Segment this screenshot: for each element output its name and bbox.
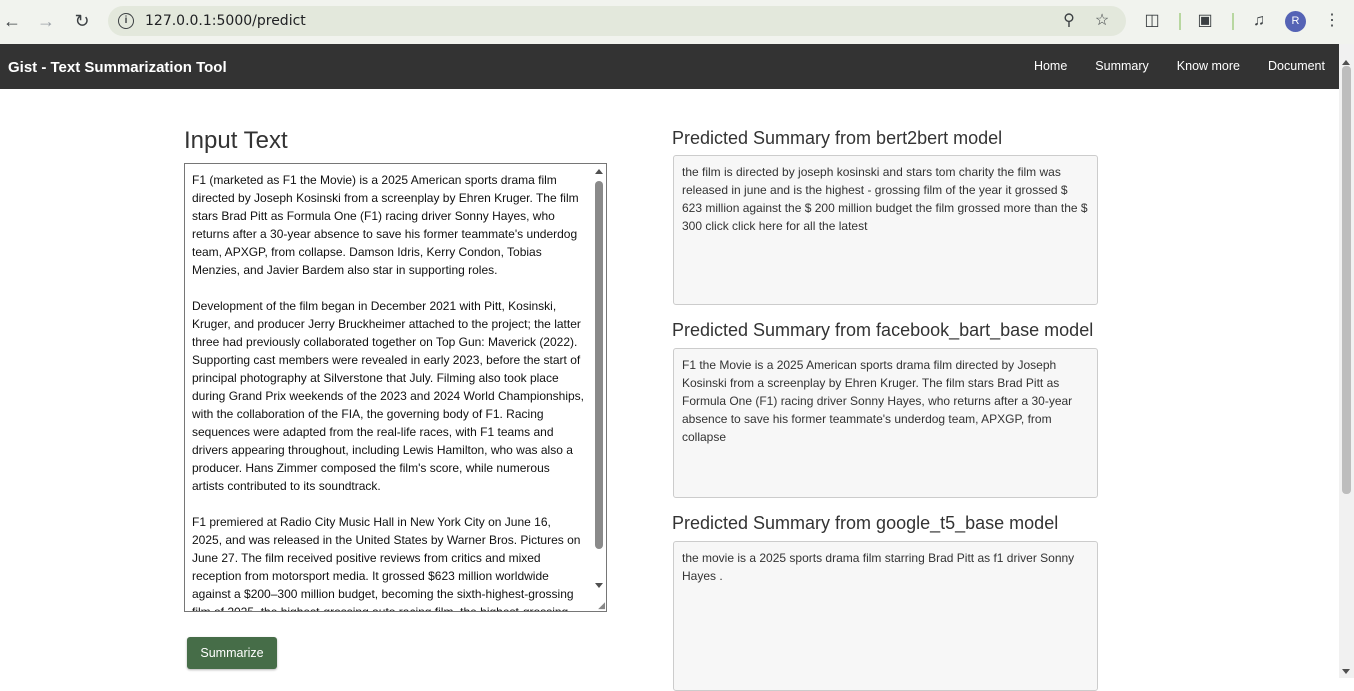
summary-title-t5-base: Predicted Summary from google_t5_base mo… bbox=[672, 513, 1059, 533]
summary-title-bert2bert: Predicted Summary from bert2bert model bbox=[672, 128, 1003, 148]
input-title: Input Text bbox=[184, 127, 288, 154]
scroll-down-arrow-icon[interactable] bbox=[595, 583, 603, 588]
zoom-icon[interactable]: ⚲ bbox=[1058, 10, 1080, 32]
url-text[interactable]: 127.0.0.1:5000/predict bbox=[145, 13, 306, 29]
app-navbar: Gist - Text Summarization Tool Home Summ… bbox=[0, 44, 1339, 89]
resize-grip-icon[interactable]: ◢ bbox=[595, 600, 605, 610]
scroll-down-arrow-icon[interactable] bbox=[1342, 669, 1350, 674]
toolbar-divider bbox=[1179, 13, 1181, 30]
address-bar[interactable]: i 127.0.0.1:5000/predict ⚲ ☆ bbox=[108, 6, 1126, 36]
scroll-up-arrow-icon[interactable] bbox=[1342, 60, 1350, 65]
nav-link-summary[interactable]: Summary bbox=[1081, 44, 1162, 89]
nav-link-document[interactable]: Document bbox=[1254, 44, 1339, 89]
summary-box-bert2bert[interactable]: the film is directed by joseph kosinski … bbox=[673, 155, 1098, 305]
brand-title[interactable]: Gist - Text Summarization Tool bbox=[8, 59, 227, 76]
forward-icon[interactable]: → bbox=[34, 9, 58, 33]
extensions-icon[interactable]: ◫ bbox=[1141, 10, 1163, 32]
summary-box-t5-base[interactable]: the movie is a 2025 sports drama film st… bbox=[673, 541, 1098, 691]
back-icon[interactable]: ← bbox=[0, 9, 24, 33]
scrollbar-thumb[interactable] bbox=[1342, 66, 1351, 494]
bookmark-star-icon[interactable]: ☆ bbox=[1091, 10, 1113, 32]
scroll-up-arrow-icon[interactable] bbox=[595, 169, 603, 174]
toolbar-divider bbox=[1232, 13, 1234, 30]
avatar[interactable]: R bbox=[1285, 11, 1306, 32]
nav-links: Home Summary Know more Document bbox=[1020, 44, 1339, 89]
reload-icon[interactable]: ↻ bbox=[70, 9, 94, 33]
nav-link-home[interactable]: Home bbox=[1020, 44, 1081, 89]
summary-title-bart-base: Predicted Summary from facebook_bart_bas… bbox=[672, 320, 1094, 340]
textarea-scrollbar[interactable] bbox=[592, 164, 606, 611]
browser-toolbar: ← → ↻ i 127.0.0.1:5000/predict ⚲ ☆ ◫ ▣ ♫… bbox=[0, 0, 1354, 44]
textarea-scrollbar-thumb[interactable] bbox=[595, 181, 603, 549]
menu-icon[interactable]: ⋮ bbox=[1321, 10, 1343, 32]
summarize-button[interactable]: Summarize bbox=[187, 637, 277, 669]
input-textarea[interactable]: F1 (marketed as F1 the Movie) is a 2025 … bbox=[184, 163, 607, 612]
nav-link-know-more[interactable]: Know more bbox=[1163, 44, 1254, 89]
media-controls-icon[interactable]: ♫ bbox=[1248, 10, 1270, 32]
page-scrollbar[interactable] bbox=[1339, 44, 1354, 678]
tab-search-icon[interactable]: ▣ bbox=[1194, 10, 1216, 32]
site-info-icon[interactable]: i bbox=[118, 13, 134, 29]
summary-box-bart-base[interactable]: F1 the Movie is a 2025 American sports d… bbox=[673, 348, 1098, 498]
input-textarea-content[interactable]: F1 (marketed as F1 the Movie) is a 2025 … bbox=[192, 171, 584, 611]
